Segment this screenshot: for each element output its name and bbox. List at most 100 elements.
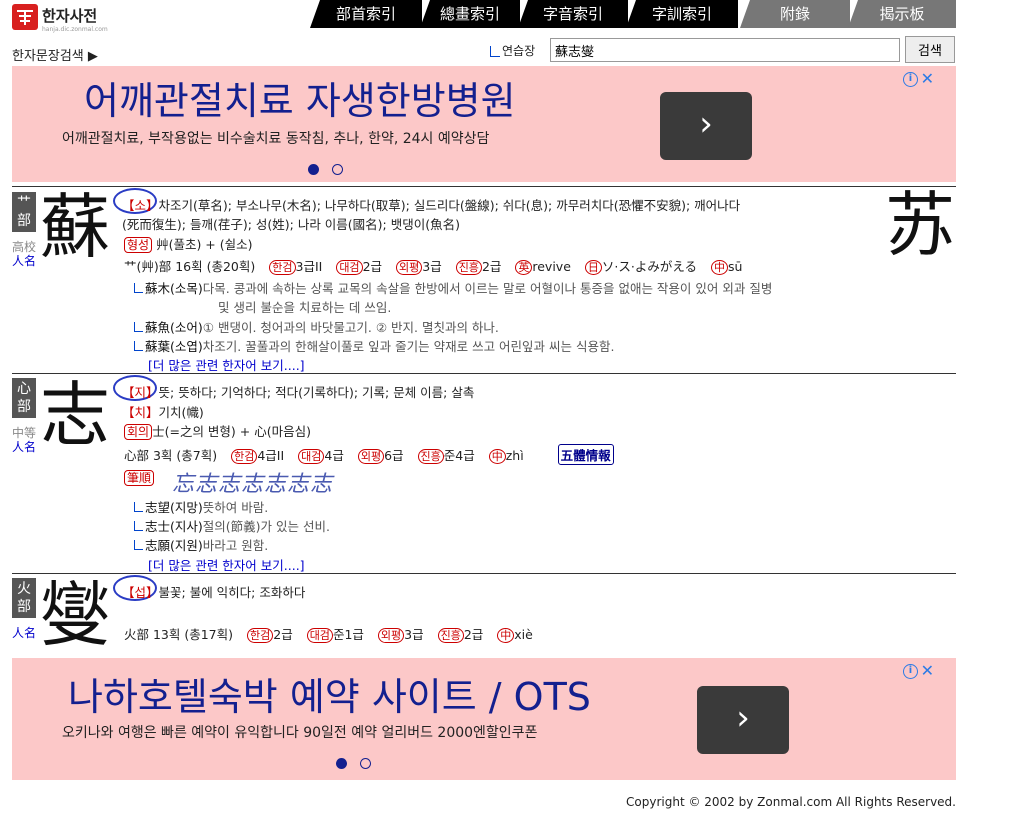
sound-reading: 【소】 [122,198,159,213]
copyright: Copyright © 2002 by Zonmal.com All Right… [626,795,956,809]
grade-value: 3급 [422,259,442,274]
meaning-text: 불꽃; 불에 익히다; 조화하다 [158,585,306,600]
carousel-dot-1[interactable] [336,758,347,769]
more-words-link[interactable]: [더 많은 관련 한자어 보기....] [148,555,305,574]
ad-title[interactable]: 어깨관절치료 자생한방병원 [84,70,516,125]
divider [12,573,956,574]
stroke-grade-line: 心部 3획 (총7획) 한검 4급II 대검 4급 외평 6급 진흥 준4급 中 zhì … [124,444,614,465]
word-icon [134,540,143,550]
related-word-cont: 및 생리 불순을 치료하는 데 쓰임. [218,300,392,315]
formation-text: 艸(풀초) + (쉴소) [156,237,253,252]
grade-value: 6급 [384,448,404,463]
practice-label: 연습장 [502,44,536,58]
more-words-link[interactable]: [더 많은 관련 한자어 보기....] [148,355,305,374]
grade-value: 준4급 [443,448,475,463]
tab-board[interactable]: 揭示板 [848,0,956,28]
english-reading: revive [532,259,571,274]
grade-value: 준1급 [332,627,364,642]
word-term: 志願(지원) [145,538,203,553]
related-word[interactable]: 志願(지원)바라고 원함. [134,535,268,554]
chinese-reading: xiè [514,627,533,642]
formation-line: 형성 艸(풀초) + (쉴소) [124,234,253,253]
grade-badge: 진흥 [437,628,464,643]
name-use-label[interactable]: 人名 [12,624,36,641]
logo-title: 한자사전 [42,7,98,25]
grade-badge: 한검 [269,260,296,275]
related-word[interactable]: 蘇木(소목)다목. 콩과에 속하는 상록 교목의 속살을 한방에서 이르는 말로… [134,278,772,297]
ad-description[interactable]: 어깨관절치료, 부작용없는 비수술치료 동작침, 추나, 한약, 24시 예약상… [62,128,489,148]
grade-badge: 한검 [247,628,274,643]
notepad-icon [490,46,500,57]
grade-badge: 한검 [231,449,258,464]
chinese-badge: 中 [710,260,728,275]
stroke-order-badge: 筆順 [124,470,155,486]
related-word[interactable]: 志望(지망)뜻하여 바람. [134,497,268,516]
word-def: 차조기. 꿀풀과의 한해살이풀로 잎과 줄기는 약재로 쓰고 어린잎과 씨는 식… [202,339,615,354]
grade-value: 4급 [324,448,344,463]
ad-description[interactable]: 오키나와 여행은 빠른 예약이 유익합니다 90일전 예약 얼리버드 2000엔… [62,722,537,742]
related-word[interactable]: 志士(지사)절의(節義)가 있는 선비. [134,516,330,535]
grade-badge: 대검 [306,628,333,643]
stroke-info: 心部 3획 (총7획) [124,448,218,463]
logo-subtitle: hanja.dic.zonmal.com [42,26,108,33]
stroke-order-sequence: 忘志志志志志志 [172,472,334,497]
related-word[interactable]: 蘇葉(소엽)차조기. 꿀풀과의 한해살이풀로 잎과 줄기는 약재로 쓰고 어린잎… [134,336,614,355]
ad-title[interactable]: 나하호텔숙박 예약 사이트 / OTS [68,666,591,721]
formation-badge: 회의 [124,424,153,440]
word-term: 蘇魚(소어) [145,320,203,335]
word-def: 뜻하여 바람. [202,500,269,515]
grade-value: 2급 [273,627,293,642]
grade-value: 2급 [362,259,383,274]
tab-sound-index[interactable]: 字音索引 [518,0,628,28]
name-use-label[interactable]: 人名 [12,252,36,269]
hanja-character: 燮 [40,574,110,656]
search-button[interactable]: 검색 [905,36,955,63]
ad-close-icon[interactable]: ✕ [921,661,934,680]
divider [12,186,956,187]
carousel-dot-2[interactable] [332,164,343,175]
word-icon [134,521,143,531]
chinese-reading: sū [727,259,743,274]
ad-close-icon[interactable]: ✕ [921,69,934,88]
stroke-grade-line: 火部 13획 (총17획) 한검 2급 대검 준1급 외평 3급 진흥 2급 中 xiè [124,624,533,643]
radical-badge[interactable]: 火部 [12,578,36,618]
japanese-reading: ソ·ス·よみがえる [601,259,697,274]
tab-meaning-index[interactable]: 字訓索引 [626,0,738,28]
ad-info-icon[interactable]: i [903,72,918,87]
logo[interactable]: 한자사전 hanja.dic.zonmal.com [12,2,122,38]
tab-radical-index[interactable]: 部首索引 [310,0,422,28]
grade-badge: 진흥 [455,260,482,275]
carousel-dot-1[interactable] [308,164,319,175]
simplified-character: 苏 [885,184,955,266]
radical-badge[interactable]: 艹部 [12,192,36,232]
grade-badge: 대검 [336,260,363,275]
ad-banner-top[interactable]: 어깨관절치료 자생한방병원 어깨관절치료, 부작용없는 비수술치료 동작침, 추… [12,66,956,182]
ad-banner-bottom[interactable]: 나하호텔숙박 예약 사이트 / OTS 오키나와 여행은 빠른 예약이 유익합니… [12,658,956,780]
name-use-label[interactable]: 人名 [12,438,36,455]
word-def: 절의(節義)가 있는 선비. [202,519,330,534]
ad-arrow-button[interactable]: › [660,92,752,160]
search-input[interactable] [550,38,900,62]
related-word[interactable]: 蘇魚(소어)① 밴댕이. 청어과의 바닷물고기. ② 반지. 멸칫과의 하나. [134,317,499,336]
meaning-line-2: 【치】기치(幟) [122,402,204,421]
grade-badge: 외평 [396,260,423,275]
word-term: 蘇木(소목) [145,281,203,296]
tab-stroke-index[interactable]: 總畫索引 [420,0,520,28]
word-def: ① 밴댕이. 청어과의 바닷물고기. ② 반지. 멸칫과의 하나. [202,320,499,335]
grade-badge: 외평 [377,628,405,643]
chinese-badge: 中 [497,628,515,643]
english-badge: 英 [515,260,533,275]
grade-value: 2급 [463,627,484,642]
sentence-search-link[interactable]: 한자문장검색 ▶ [12,45,98,64]
tab-appendix[interactable]: 附錄 [740,0,850,28]
hanja-character: 蘇 [40,186,110,268]
practice-link[interactable]: 연습장 [490,42,535,59]
radical-badge[interactable]: 心部 [12,378,36,418]
ad-info-icon[interactable]: i [903,664,918,679]
grade-badge: 진흥 [417,449,444,464]
word-icon [134,322,143,332]
ad-arrow-button[interactable]: › [697,686,789,754]
five-body-info-button[interactable]: 五體情報 [557,444,614,465]
formation-text: 士(=之의 변형) + 心(마음심) [152,424,311,439]
carousel-dot-2[interactable] [360,758,371,769]
